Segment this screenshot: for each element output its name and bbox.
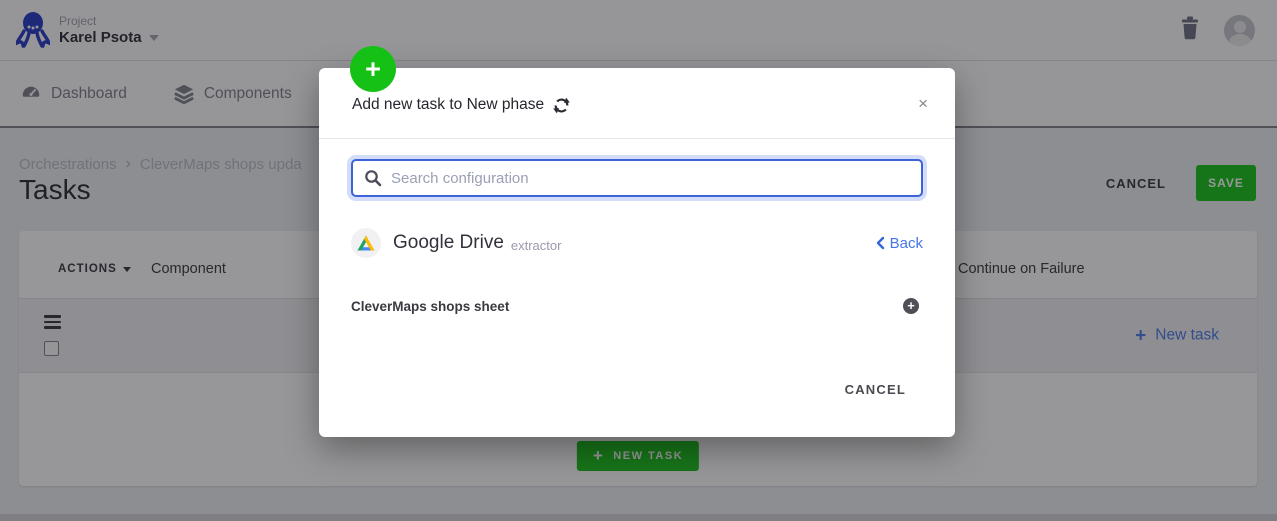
search-icon <box>364 169 382 187</box>
component-name: Google Drive <box>393 232 504 254</box>
add-circle-icon[interactable]: + <box>903 298 919 314</box>
search-input[interactable] <box>391 170 910 187</box>
modal-cancel-button[interactable]: CANCEL <box>845 382 906 397</box>
back-link-label: Back <box>890 235 923 252</box>
component-row: Google Drive extractor Back <box>351 228 923 258</box>
close-icon[interactable]: × <box>918 94 928 114</box>
configuration-row[interactable]: CleverMaps shops sheet + <box>351 298 919 314</box>
search-box <box>351 159 923 197</box>
configuration-name: CleverMaps shops sheet <box>351 299 509 314</box>
add-phase-fab-button[interactable]: + <box>350 46 396 92</box>
chevron-left-icon <box>875 236 885 250</box>
refresh-icon[interactable] <box>553 97 570 114</box>
component-type: extractor <box>511 238 562 253</box>
app-root: Project Karel Psota <box>0 0 1277 521</box>
modal-title-text: Add new task to New phase <box>352 96 544 114</box>
google-drive-icon <box>351 228 381 258</box>
back-link[interactable]: Back <box>875 235 923 252</box>
modal-title: Add new task to New phase <box>352 96 570 114</box>
add-task-modal: + Add new task to New phase × <box>319 68 955 437</box>
modal-divider <box>319 138 955 139</box>
